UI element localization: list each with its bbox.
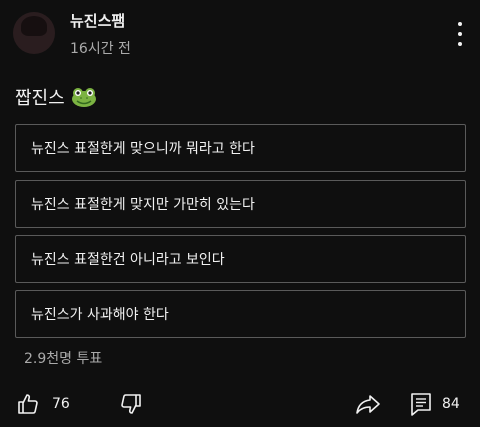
post-text: 짭진스 — [15, 84, 97, 110]
like-count: 76 — [52, 396, 70, 412]
poll-option-4[interactable]: 뉴진스가 사과해야 한다 — [15, 290, 466, 338]
share-icon — [356, 395, 380, 414]
avatar[interactable] — [13, 12, 55, 54]
thumbs-down-icon — [121, 394, 141, 414]
comment-count: 84 — [442, 396, 460, 412]
comment-button[interactable]: 84 — [410, 392, 460, 416]
like-button[interactable]: 76 — [16, 392, 70, 416]
frog-face-icon — [71, 88, 96, 107]
comment-icon — [411, 393, 431, 416]
dislike-button[interactable] — [119, 392, 143, 416]
poll-option-1[interactable]: 뉴진스 표절한게 맞으니까 뭐라고 한다 — [15, 124, 466, 172]
post-text-label: 짭진스 — [15, 88, 65, 109]
poll-vote-count: 2.9천명 투표 — [24, 351, 103, 367]
post-timestamp[interactable]: 16시간 전 — [70, 38, 131, 58]
poll-option-3[interactable]: 뉴진스 표절한건 아니라고 보인다 — [15, 235, 466, 283]
more-vertical-icon[interactable] — [452, 22, 468, 46]
poll-option-2[interactable]: 뉴진스 표절한게 맞지만 가만히 있는다 — [15, 180, 466, 228]
channel-name[interactable]: 뉴진스팸 — [70, 10, 125, 31]
thumbs-up-icon — [18, 394, 38, 414]
share-button[interactable] — [355, 392, 381, 416]
